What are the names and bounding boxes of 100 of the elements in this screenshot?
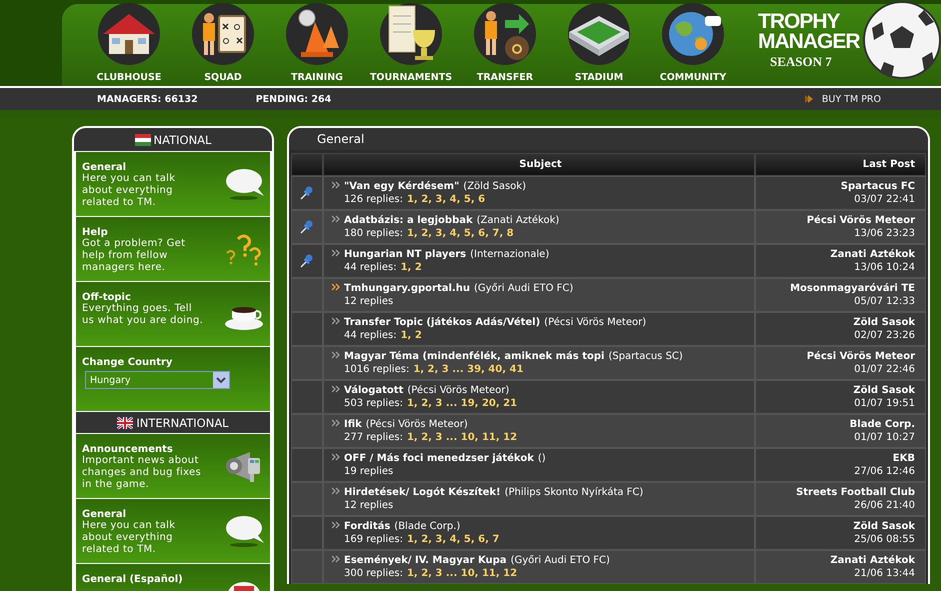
- topic-author: (Philips Skonto Nyírkáta FC): [504, 487, 644, 498]
- topic-author: (Spartacus SC): [608, 351, 683, 362]
- category-description: Here you can talk about everything related to TM.: [82, 520, 176, 556]
- last-post-time: 02/07 23:26: [853, 329, 915, 342]
- column-header: Subject: [323, 153, 755, 176]
- reply-count: 12 replies: [344, 500, 394, 511]
- last-poster[interactable]: Streets Football Club: [756, 486, 915, 499]
- topic-author: (Pécsi Vörös Meteor): [366, 419, 468, 430]
- topic-author: (Blade Corp.): [394, 521, 460, 532]
- section-title: NATIONAL: [154, 132, 212, 146]
- page-links[interactable]: 1, 2: [400, 330, 422, 341]
- last-poster[interactable]: Zöld Sasok: [756, 384, 915, 397]
- last-post-time: 21/06 13:44: [853, 567, 915, 580]
- pin-icon: [300, 186, 314, 200]
- last-post-time: 01/07 19:51: [853, 397, 915, 410]
- reply-count: 300 replies:: [344, 568, 403, 579]
- page-links[interactable]: 1, 2: [400, 262, 422, 273]
- reply-count: 277 replies:: [344, 432, 403, 443]
- reply-count: 126 replies:: [344, 194, 403, 205]
- pin-icon: [300, 220, 314, 234]
- topic-link[interactable]: Hungarian NT players: [344, 249, 466, 260]
- reply-count: 1016 replies:: [344, 364, 410, 375]
- union-jack-icon: [117, 416, 134, 428]
- topic-link[interactable]: Forditás: [344, 521, 390, 532]
- page-links[interactable]: 1, 2, 3 ... 10, 11, 12: [406, 568, 518, 579]
- category-title: General: [82, 162, 127, 173]
- tactics-board-icon: [191, 2, 255, 66]
- page-links[interactable]: 1, 2, 3 ... 19, 20, 21: [406, 398, 518, 409]
- topic-link[interactable]: Események/ IV. Magyar Kupa: [344, 555, 507, 566]
- forum-category[interactable]: Off-topic Everything goes. Tell us what you are doing.: [76, 282, 270, 346]
- column-header: Last Post: [755, 153, 926, 176]
- reply-count: 44 replies:: [344, 330, 397, 341]
- last-poster[interactable]: Mosonmagyaróvári TE: [756, 282, 915, 295]
- category-title: Help: [82, 227, 109, 238]
- topic-author: (Pécsi Vörös Meteor): [407, 385, 510, 396]
- page-links[interactable]: 1, 2, 3 ... 10, 11, 12: [406, 432, 518, 443]
- category-title: Announcements: [82, 444, 174, 455]
- last-poster[interactable]: Zöld Sasok: [756, 316, 915, 329]
- last-post-time: 01/07 22:46: [853, 363, 915, 376]
- forum-category[interactable]: Help Got a problem? Get help from fellow managers here.: [76, 217, 270, 281]
- panel-title: General: [317, 132, 364, 146]
- page-links[interactable]: 1, 2, 3, 4, 5, 6, 7: [406, 534, 500, 545]
- managers-count: MANAGERS: 66132: [97, 94, 198, 104]
- forum-category[interactable]: General Here you can talk about everything related to TM.: [76, 152, 270, 216]
- reply-count: 44 replies:: [344, 262, 397, 273]
- reply-count: 180 replies:: [344, 228, 403, 239]
- hungarian-flag-icon: [134, 134, 151, 146]
- topic-link[interactable]: Válogatott: [344, 385, 404, 396]
- reply-count: 169 replies:: [344, 534, 403, 545]
- house-icon: [97, 2, 161, 66]
- last-poster[interactable]: Zanati Aztékok: [756, 248, 915, 261]
- topic-link[interactable]: OFF / Más foci menedzser játékok: [344, 453, 534, 464]
- topic-link[interactable]: Transfer Topic (játékos Adás/Vétel): [344, 317, 540, 328]
- category-description: Here you can talk about everything related to TM.: [82, 173, 176, 209]
- topic-author: (): [538, 453, 546, 464]
- speech-bubble-icon: [224, 513, 264, 549]
- topic-author: (Pécsi Vörös Meteor): [544, 317, 646, 328]
- double-arrow-icon: [804, 94, 814, 104]
- buy-pro-link[interactable]: BUY TM PRO: [822, 94, 881, 104]
- last-poster[interactable]: Blade Corp.: [756, 418, 915, 431]
- forum-category[interactable]: General (Español): [76, 564, 270, 591]
- category-description: Got a problem? Get help from fellow managers here.: [82, 238, 186, 274]
- nav-link[interactable]: STADIUM: [552, 4, 646, 83]
- topic-link[interactable]: Magyar Téma (mindenfélék, amiknek más topi: [344, 351, 604, 362]
- last-post-time: 03/07 22:41: [853, 193, 915, 206]
- last-poster[interactable]: Pécsi Vörös Meteor: [756, 350, 915, 363]
- last-poster[interactable]: Zöld Sasok: [756, 520, 915, 533]
- topic-author: (Győri Audi ETO FC): [474, 283, 574, 294]
- cone-icon: [285, 2, 349, 66]
- topic-link[interactable]: Ifik: [344, 419, 362, 430]
- country-dropdown[interactable]: Hungary: [85, 371, 230, 389]
- country-label: Change Country: [82, 357, 174, 368]
- page-links[interactable]: 1, 2, 3, 4, 5, 6: [406, 194, 486, 205]
- forum-category[interactable]: General Here you can talk about everything related to TM.: [76, 499, 270, 563]
- logo-text: TROPHY MANAGER SEASON 7: [758, 12, 860, 68]
- reply-count: 19 replies: [344, 466, 394, 477]
- nav-link[interactable]: TOURNAMENTS: [364, 4, 458, 83]
- page-links[interactable]: 1, 2, 3 ... 39, 40, 41: [413, 364, 524, 375]
- nav-link[interactable]: TRAINING: [270, 4, 364, 83]
- reply-count: 503 replies:: [344, 398, 403, 409]
- section-title: INTERNATIONAL: [136, 416, 229, 430]
- last-poster[interactable]: Pécsi Vörös Meteor: [756, 214, 915, 227]
- nav-link[interactable]: COMMUNITY: [646, 4, 740, 83]
- last-poster[interactable]: EKB: [756, 452, 915, 465]
- category-title: General: [82, 509, 127, 520]
- last-poster[interactable]: Zanati Aztékok: [756, 554, 915, 567]
- topic-link[interactable]: Adatbázis: a legjobbak: [344, 215, 473, 226]
- nav-link[interactable]: CLUBHOUSE: [82, 4, 176, 83]
- last-post-time: 26/06 21:40: [853, 499, 915, 512]
- nav-link[interactable]: TRANSFER: [458, 4, 552, 83]
- pin-icon: [300, 254, 314, 268]
- topic-author: (Zanati Aztékok): [476, 215, 560, 226]
- topic-link[interactable]: "Van egy Kérdésem": [344, 181, 460, 192]
- topic-link[interactable]: Hirdetések/ Logót Készítek!: [344, 487, 501, 498]
- page-links[interactable]: 1, 2, 3, 4, 5, 6, 7, 8: [406, 228, 514, 239]
- nav-link[interactable]: SQUAD: [176, 4, 270, 83]
- topic-link[interactable]: Tmhungary.gportal.hu: [344, 283, 470, 294]
- forum-category[interactable]: Announcements Important news about changes and bug fixes in the game.: [76, 434, 270, 498]
- last-poster[interactable]: Spartacus FC: [756, 180, 915, 193]
- stadium-icon: [567, 2, 631, 66]
